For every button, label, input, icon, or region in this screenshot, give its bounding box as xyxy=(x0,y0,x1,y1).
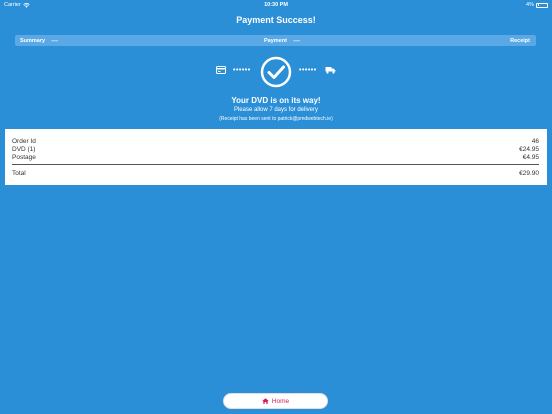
summary-row-order-id: Order Id 46 xyxy=(12,138,539,145)
step-payment-label: Payment xyxy=(264,38,287,44)
success-heading: Your DVD is on its way! xyxy=(231,96,321,105)
summary-row-dvd: DVD (1) €24.95 xyxy=(12,146,539,153)
summary-row-postage: Postage €4.95 xyxy=(12,154,539,161)
battery-percent: 4% xyxy=(526,2,534,8)
status-bar: Carrier 10:30 PM 4% xyxy=(0,0,552,10)
summary-label: DVD (1) xyxy=(12,146,36,153)
credit-card-icon xyxy=(216,66,226,74)
step-summary: Summary ----- xyxy=(20,38,58,44)
summary-row-total: Total €29.90 xyxy=(12,170,539,177)
checkout-steps-bar: Summary ----- Payment ----- Receipt xyxy=(15,35,536,46)
step-summary-label: Summary xyxy=(20,38,46,44)
step-receipt: Receipt xyxy=(510,38,530,44)
page-title: Payment Success! xyxy=(236,15,316,25)
summary-label: Postage xyxy=(12,154,36,161)
home-icon xyxy=(262,398,269,404)
summary-value: €4.95 xyxy=(522,154,539,161)
home-button[interactable]: Home xyxy=(223,393,328,409)
summary-value: 46 xyxy=(531,138,539,145)
delivery-note: Please allow 7 days for delivery xyxy=(233,107,319,113)
delivery-progress: •••••• •••••• xyxy=(0,56,552,88)
receipt-note: (Receipt has been sent to patrick@pmdweb… xyxy=(219,116,333,122)
step-summary-dash: ----- xyxy=(51,38,58,44)
home-button-label: Home xyxy=(271,397,290,405)
progress-dots-left: •••••• xyxy=(233,67,251,74)
clock: 10:30 PM xyxy=(264,2,288,8)
summary-divider xyxy=(12,164,539,165)
checkmark-circle-icon xyxy=(260,56,292,88)
total-label: Total xyxy=(12,170,26,177)
order-summary-card: Order Id 46 DVD (1) €24.95 Postage €4.95… xyxy=(5,129,547,185)
summary-label: Order Id xyxy=(12,138,36,145)
step-payment-dash: ----- xyxy=(292,38,300,44)
step-payment: Payment ----- xyxy=(264,38,300,44)
progress-dots-right: •••••• xyxy=(299,67,317,74)
truck-icon xyxy=(325,67,336,74)
status-right: 4% xyxy=(526,2,548,8)
summary-value: €24.95 xyxy=(519,146,539,153)
total-value: €29.90 xyxy=(519,170,539,177)
step-receipt-label: Receipt xyxy=(510,38,530,44)
battery-icon xyxy=(536,2,548,8)
battery-fill xyxy=(537,4,539,6)
